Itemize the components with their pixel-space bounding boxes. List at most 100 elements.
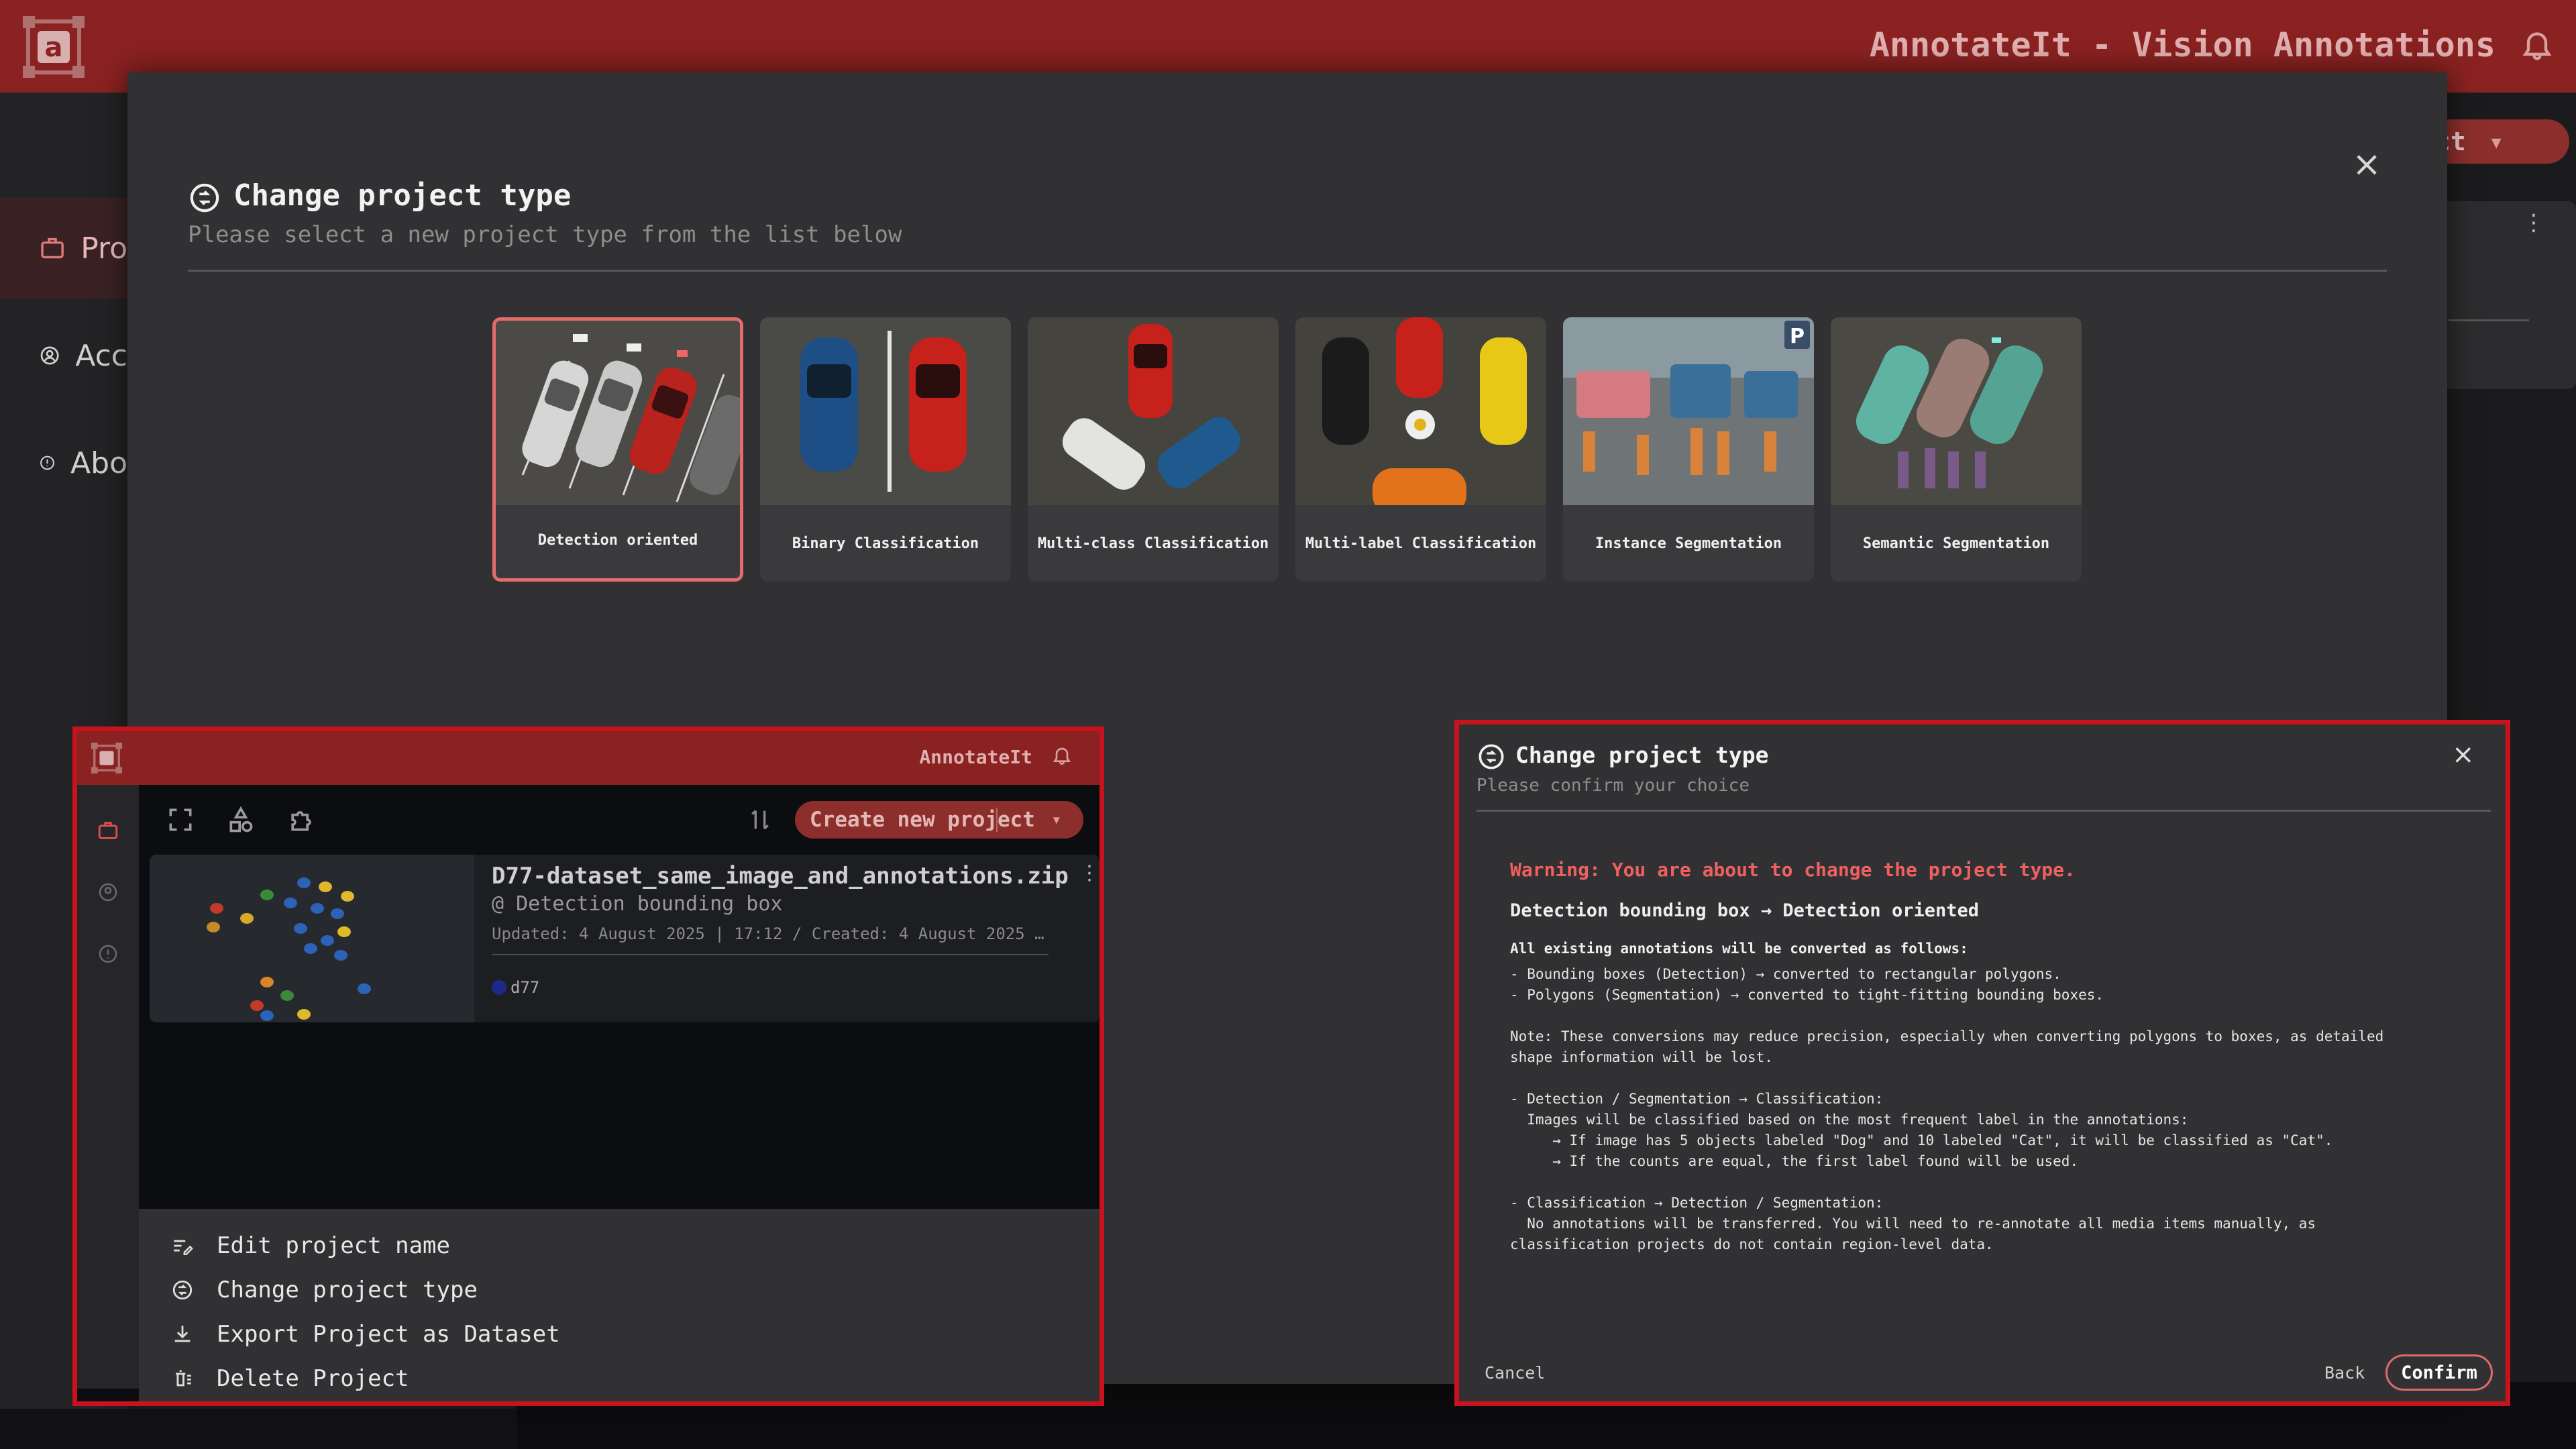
binary-classification-image [760, 317, 1011, 505]
svg-text:a: a [45, 32, 63, 63]
sort-icon[interactable] [747, 806, 773, 833]
chevron-down-icon[interactable]: ▾ [1051, 810, 1062, 830]
sidebar-item-account[interactable] [77, 865, 139, 919]
project-dates: Updated: 4 August 2025 | 17:12 / Created… [492, 924, 1044, 943]
divider [188, 270, 2387, 272]
delete-icon [176, 1370, 191, 1387]
more-options-icon[interactable]: ⋮ [1079, 861, 1099, 885]
swap-icon [172, 1280, 193, 1300]
project-card[interactable]: D77-dataset_same_image_and_annotations.z… [150, 855, 1099, 1022]
app-logo-icon[interactable] [91, 742, 123, 774]
instance-segmentation-image: P [1563, 317, 1814, 505]
notification-bell-icon[interactable] [2520, 30, 2555, 64]
back-button[interactable]: Back [2324, 1363, 2365, 1383]
app-title: AnnotateIt - Vision Annotations [1869, 25, 2496, 64]
account-icon [40, 346, 59, 365]
confirm-change-dialog-inset: Change project type × Please confirm you… [1454, 720, 2510, 1406]
menu-item-export-dataset[interactable]: Export Project as Dataset [139, 1312, 1099, 1356]
app-title: AnnotateIt [919, 746, 1032, 768]
account-icon [99, 883, 117, 902]
fullscreen-icon[interactable] [166, 805, 195, 835]
svg-text:P: P [1790, 325, 1805, 348]
conversion-line: Note: These conversions may reduce preci… [1510, 1028, 2384, 1044]
menu-item-edit-project-name[interactable]: Edit project name [139, 1224, 1099, 1268]
type-card-binary-classification[interactable]: Binary Classification [760, 317, 1011, 582]
multi-label-classification-image [1295, 317, 1546, 505]
tag-label: d77 [511, 978, 540, 997]
puzzle-icon[interactable] [286, 805, 316, 835]
conversion-line: → If image has 5 objects labeled "Dog" a… [1510, 1132, 2333, 1148]
project-thumbnail [150, 855, 474, 1022]
sidebar-item-about[interactable] [77, 927, 139, 981]
multi-class-classification-image [1028, 317, 1279, 505]
detection-oriented-image [496, 321, 740, 505]
conversion-line: - Bounding boxes (Detection) → converted… [1510, 966, 2061, 982]
warning-text: Warning: You are about to change the pro… [1510, 859, 2076, 881]
swap-type-icon [189, 182, 220, 213]
notification-bell-icon[interactable] [1051, 746, 1073, 767]
conversion-line: No annotations will be transferred. You … [1510, 1216, 2316, 1232]
type-card-label: Multi-class Classification [1037, 535, 1269, 552]
type-card-label: Multi-label Classification [1305, 535, 1537, 552]
project-type-label: @ Detection bounding box [492, 892, 783, 916]
menu-item-label: Edit project name [217, 1232, 450, 1259]
conversion-line: shape information will be lost. [1510, 1049, 1773, 1065]
shapes-icon[interactable] [226, 805, 256, 835]
briefcase-icon [41, 237, 64, 259]
sidebar-item-label: Abo [70, 445, 127, 480]
create-project-button[interactable]: Create new project ▾ [795, 801, 1083, 839]
sidebar-item-projects[interactable]: Pro [0, 198, 127, 299]
sidebar-item-projects[interactable] [77, 804, 139, 857]
sidebar-item-account[interactable]: Acc [0, 305, 127, 406]
type-card-label: Instance Segmentation [1595, 535, 1782, 552]
sidebar-item-label: Acc [75, 338, 127, 373]
chevron-down-icon[interactable]: ▾ [2489, 127, 2504, 156]
info-icon [40, 455, 54, 470]
cancel-button[interactable]: Cancel [1485, 1363, 1545, 1383]
info-icon [99, 945, 117, 963]
divider [1477, 810, 2491, 812]
modal-subtitle: Please select a new project type from th… [188, 221, 902, 248]
semantic-segmentation-image [1831, 317, 2082, 505]
briefcase-icon [98, 822, 118, 839]
create-button-label: Create new project [810, 808, 1035, 832]
conversion-line: Images will be classified based on the m… [1510, 1112, 2189, 1128]
sidebar-item-about[interactable]: Abo [0, 413, 127, 513]
conversion-line: classification projects do not contain r… [1510, 1236, 1994, 1252]
menu-item-label: Export Project as Dataset [217, 1321, 560, 1348]
sidebar-item-label: Pro [80, 231, 127, 266]
confirm-button[interactable]: Confirm [2385, 1354, 2493, 1391]
card-divider [2449, 319, 2529, 321]
close-icon[interactable]: × [2347, 144, 2387, 184]
modal-title: Change project type [233, 178, 572, 213]
project-file-name: D77-dataset_same_image_and_annotations.z… [492, 863, 1069, 890]
close-icon[interactable]: × [2452, 739, 2475, 770]
menu-item-label: Change project type [217, 1277, 478, 1303]
conversion-line: - Polygons (Segmentation) → converted to… [1510, 987, 2104, 1003]
dialog-subtitle: Please confirm your choice [1477, 775, 1750, 796]
type-card-instance-segmentation[interactable]: P Instance Segmentation [1563, 317, 1814, 582]
project-tag: d77 [492, 978, 539, 997]
menu-item-delete-project[interactable]: Delete Project [139, 1356, 1099, 1401]
conversion-line: - Detection / Segmentation → Classificat… [1510, 1091, 1884, 1107]
conversion-line: → If the counts are equal, the first lab… [1510, 1153, 2079, 1169]
type-card-label: Detection oriented [537, 531, 698, 549]
conversion-line: - Classification → Detection / Segmentat… [1510, 1195, 1884, 1211]
app-logo-icon[interactable]: a [20, 13, 87, 80]
dialog-title: Change project type [1515, 742, 1769, 768]
type-card-multi-class-classification[interactable]: Multi-class Classification [1028, 317, 1279, 582]
type-card-label: Binary Classification [792, 535, 979, 552]
project-context-menu: Edit project name Change project type Ex… [139, 1209, 1099, 1401]
more-options-icon[interactable]: ⋮ [2522, 209, 2545, 236]
type-card-multi-label-classification[interactable]: Multi-label Classification [1295, 317, 1546, 582]
button-separator [996, 808, 998, 832]
type-card-semantic-segmentation[interactable]: Semantic Segmentation [1831, 317, 2082, 582]
tag-color-dot [492, 980, 506, 995]
edit-icon [174, 1240, 193, 1256]
menu-item-change-project-type[interactable]: Change project type [139, 1268, 1099, 1312]
type-card-label: Semantic Segmentation [1862, 535, 2050, 552]
menu-item-label: Delete Project [217, 1365, 409, 1392]
conversion-heading: All existing annotations will be convert… [1510, 941, 1968, 957]
download-icon [174, 1326, 191, 1342]
type-card-detection-oriented[interactable]: Detection oriented [492, 317, 743, 582]
